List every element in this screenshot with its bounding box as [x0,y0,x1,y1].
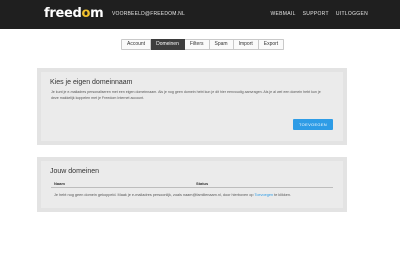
tab-export[interactable]: Export [258,39,285,50]
domains-card: Jouw domeinen Naam Status Je hebt nog ge… [41,161,343,208]
tab-domeinen[interactable]: Domeinen [151,39,185,50]
domains-table-header: Naam Status [51,181,333,188]
freedom-logo[interactable]: freedom [44,6,104,22]
tab-import[interactable]: Import [233,39,259,50]
account-email: VOORBEELD@FREEDOM.NL [112,11,185,17]
nav-uitloggen[interactable]: UITLOGGEN [336,11,368,17]
empty-domains-message: Je hebt nog geen domein gekoppeld. Maak … [54,193,291,197]
column-header-name: Naam [54,181,65,186]
custom-domain-card: Kies je eigen domeinnaam Je kunt je e-ma… [41,72,343,141]
add-domain-link[interactable]: Toevoegen [255,193,274,197]
tab-spam[interactable]: Spam [209,39,234,50]
add-domain-button[interactable]: TOEVOEGEN [293,119,333,130]
tab-filters[interactable]: Filters [184,39,210,50]
empty-domains-suffix: te klikken. [274,193,292,197]
custom-domain-title: Kies je eigen domeinnaam [50,79,133,86]
custom-domain-description: Je kunt je e-mailadres personaliseren me… [51,90,321,100]
empty-domains-text: Je hebt nog geen domein gekoppeld. Maak … [54,193,254,197]
tab-account[interactable]: Account [121,39,152,50]
settings-tabs: Account Domeinen Filters Spam Import Exp… [121,39,285,50]
domains-title: Jouw domeinen [50,168,100,175]
top-bar: freedom VOORBEELD@FREEDOM.NL WEBMAIL SUP… [0,0,400,29]
nav-webmail[interactable]: WEBMAIL [270,11,295,17]
column-header-status: Status [196,181,209,186]
header-nav: WEBMAIL SUPPORT UITLOGGEN [270,11,368,17]
logo-dot-icon: o [81,6,91,21]
nav-support[interactable]: SUPPORT [303,11,329,17]
